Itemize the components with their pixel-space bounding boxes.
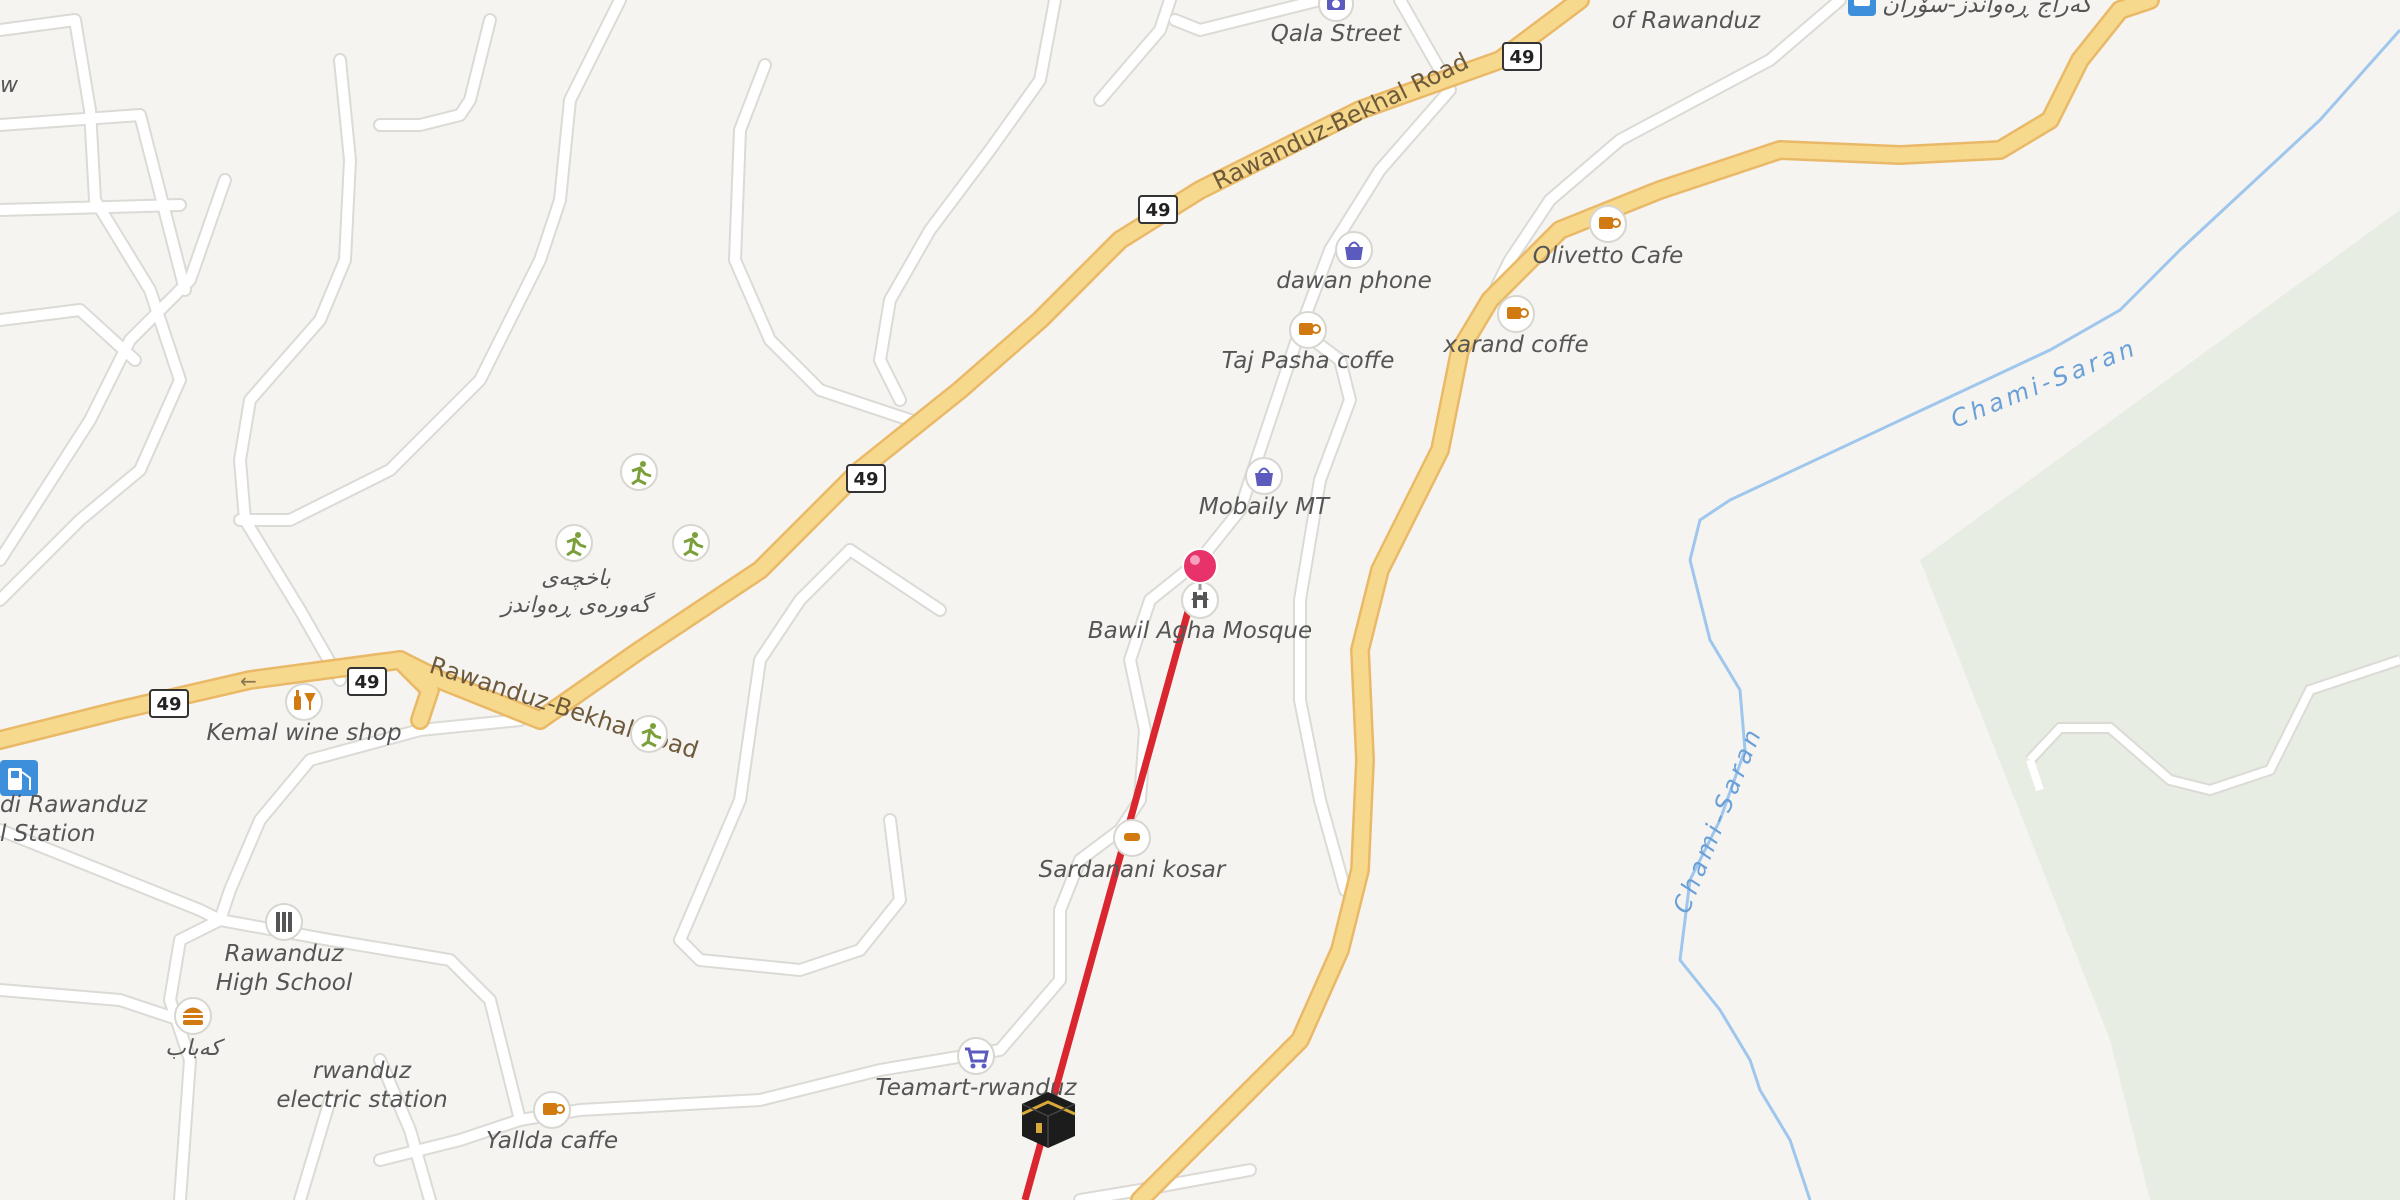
label-sardanani-kosar: Sardanani kosar <box>1039 857 1227 883</box>
label-fuel-station-line1: di Rawanduz <box>0 792 148 818</box>
route-shield-49: 49 <box>1502 42 1542 71</box>
label-garden-line2: گەورەی ڕەواندز <box>498 592 656 618</box>
coffee-cup-icon[interactable] <box>1289 311 1327 349</box>
label-dawan-phone: dawan phone <box>1276 268 1431 294</box>
sport-icon[interactable] <box>672 524 710 562</box>
label-yallda-caffe: Yallda caffe <box>486 1128 618 1154</box>
route-shield-49: 49 <box>347 667 387 696</box>
svg-text:49: 49 <box>156 694 181 715</box>
svg-text:49: 49 <box>354 672 379 693</box>
route-shield-49: 49 <box>846 464 886 493</box>
route-shield-49: 49 <box>149 689 189 718</box>
map-layer[interactable]: ← Rawanduz-Bekhal Road Rawanduz-Bekhal R… <box>0 0 2400 1200</box>
coffee-cup-icon[interactable] <box>1497 295 1535 333</box>
sport-icon[interactable] <box>555 524 593 562</box>
shopping-cart-icon[interactable] <box>957 1037 995 1075</box>
label-electric-line2: electric station <box>276 1087 447 1113</box>
label-olivetto-cafe: Olivetto Cafe <box>1533 243 1683 269</box>
label-mobaily-mt: Mobaily MT <box>1199 494 1331 520</box>
shopping-bag-icon[interactable] <box>1335 231 1373 269</box>
coffee-cup-icon[interactable] <box>1589 205 1627 243</box>
label-school-line2: High School <box>216 970 353 996</box>
label-garden-line1: باخچەی <box>541 566 611 591</box>
label-kebab: کەباب <box>165 1036 225 1061</box>
label-kemal-wine-shop: Kemal wine shop <box>206 720 401 746</box>
label-taj-pasha-coffe: Taj Pasha coffe <box>1222 348 1395 374</box>
label-edge-fragment: w <box>0 73 19 98</box>
coffee-cup-icon[interactable] <box>533 1091 571 1129</box>
label-school-line1: Rawanduz <box>225 941 345 967</box>
school-icon[interactable] <box>265 903 303 941</box>
sport-icon[interactable] <box>630 715 668 753</box>
label-of-rawanduz: of Rawanduz <box>1612 8 1761 34</box>
food-icon[interactable] <box>1113 819 1151 857</box>
label-fuel-station-line2: l Station <box>0 821 95 847</box>
shopping-bag-icon[interactable] <box>1245 457 1283 495</box>
map-canvas[interactable]: ← Rawanduz-Bekhal Road Rawanduz-Bekhal R… <box>0 0 2400 1200</box>
label-qala-street: Qala Street <box>1271 21 1402 47</box>
sport-icon[interactable] <box>620 453 658 491</box>
label-xarand-coffe: xarand coffe <box>1442 332 1588 358</box>
label-electric-line1: rwanduz <box>313 1058 412 1084</box>
wine-bottle-icon[interactable] <box>285 683 323 721</box>
label-bus-station: گەراج ڕەواندز-سۆران <box>1882 0 2098 18</box>
label-bawil-agha-mosque: Bawil Agha Mosque <box>1088 618 1312 644</box>
route-shield-49: 49 <box>1138 195 1178 224</box>
svg-text:49: 49 <box>853 469 878 490</box>
oneway-arrow-icon: ← <box>240 669 257 693</box>
svg-text:49: 49 <box>1145 200 1170 221</box>
burger-icon[interactable] <box>174 997 212 1035</box>
svg-text:49: 49 <box>1509 47 1534 68</box>
fuel-pump-icon[interactable] <box>0 760 38 796</box>
bus-station-icon[interactable] <box>1848 0 1876 16</box>
